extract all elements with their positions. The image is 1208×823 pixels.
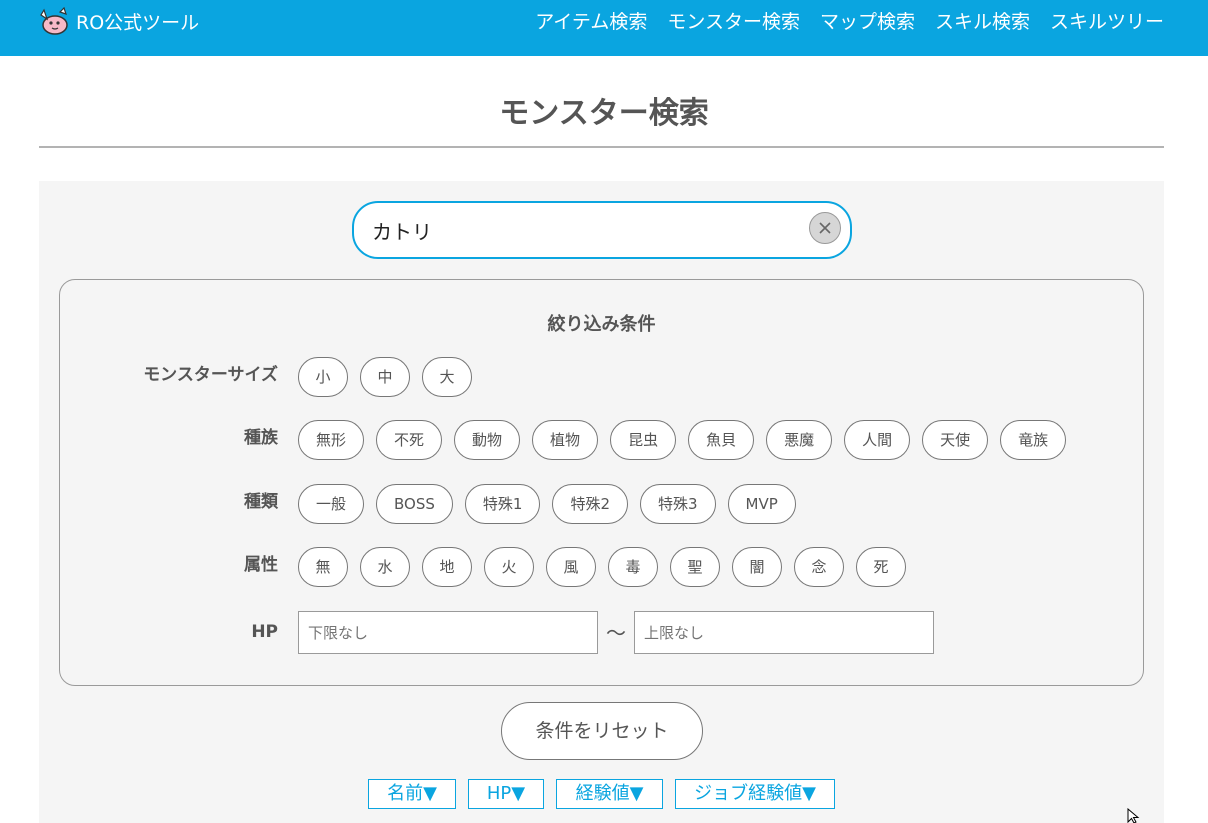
top-navbar: RO公式ツール アイテム検索 モンスター検索 マップ検索 スキル検索 スキルツリ… bbox=[0, 0, 1208, 56]
filter-box: 絞り込み条件 モンスターサイズ 小 中 大 種族 無形 不死 動物 植物 昆虫 … bbox=[59, 279, 1144, 686]
sort-by-name-button[interactable]: 名前▼ bbox=[368, 779, 456, 809]
size-option-medium[interactable]: 中 bbox=[360, 357, 410, 397]
sort-by-exp-button[interactable]: 経験値▼ bbox=[556, 779, 663, 809]
type-option[interactable]: BOSS bbox=[376, 484, 453, 524]
size-option-large[interactable]: 大 bbox=[422, 357, 472, 397]
brand-link[interactable]: RO公式ツール bbox=[38, 6, 199, 36]
element-option[interactable]: 地 bbox=[422, 547, 472, 587]
hp-max-input[interactable] bbox=[634, 611, 934, 654]
race-option[interactable]: 昆虫 bbox=[610, 420, 677, 460]
element-option[interactable]: 闇 bbox=[732, 547, 782, 587]
size-option-small[interactable]: 小 bbox=[298, 357, 348, 397]
search-input[interactable] bbox=[372, 211, 802, 249]
element-option[interactable]: 死 bbox=[856, 547, 906, 587]
mouse-cursor-icon bbox=[1127, 808, 1140, 823]
sort-by-hp-button[interactable]: HP▼ bbox=[468, 779, 544, 809]
size-filter-label: モンスターサイズ bbox=[143, 365, 278, 385]
race-option[interactable]: 無形 bbox=[298, 420, 365, 460]
race-option[interactable]: 天使 bbox=[922, 420, 989, 460]
size-filter-row: モンスターサイズ 小 中 大 bbox=[60, 357, 1143, 407]
element-option[interactable]: 聖 bbox=[670, 547, 720, 587]
element-filter-row: 属性 無 水 地 火 風 毒 聖 闇 念 死 bbox=[60, 547, 1143, 597]
sort-by-job-exp-button[interactable]: ジョブ経験値▼ bbox=[675, 779, 835, 809]
page-title: モンスター検索 bbox=[499, 96, 709, 131]
element-option[interactable]: 無 bbox=[298, 547, 348, 587]
type-option[interactable]: 特殊1 bbox=[464, 484, 541, 524]
filter-title: 絞り込み条件 bbox=[547, 314, 656, 335]
hp-range-separator: ～ bbox=[606, 621, 626, 645]
main-nav: アイテム検索 モンスター検索 マップ検索 スキル検索 スキルツリー bbox=[515, 6, 1164, 34]
poring-logo-icon bbox=[40, 6, 68, 35]
race-option[interactable]: 動物 bbox=[454, 420, 521, 460]
element-option[interactable]: 毒 bbox=[608, 547, 658, 587]
close-icon bbox=[819, 222, 831, 234]
type-filter-row: 種類 一般 BOSS 特殊1 特殊2 特殊3 MVP bbox=[60, 484, 1143, 534]
element-option[interactable]: 火 bbox=[484, 547, 534, 587]
hp-min-input[interactable] bbox=[298, 611, 598, 654]
race-option[interactable]: 竜族 bbox=[1000, 420, 1067, 460]
race-filter-row: 種族 無形 不死 動物 植物 昆虫 魚貝 悪魔 人間 天使 竜族 bbox=[60, 420, 1143, 470]
type-option[interactable]: 特殊3 bbox=[640, 484, 716, 524]
nav-item-skill-search[interactable]: スキル検索 bbox=[935, 7, 1030, 34]
hp-filter-row: HP bbox=[60, 611, 1143, 661]
type-option[interactable]: 一般 bbox=[298, 484, 365, 524]
race-option[interactable]: 人間 bbox=[844, 420, 911, 460]
type-option[interactable]: 特殊2 bbox=[552, 484, 628, 524]
type-option[interactable]: MVP bbox=[727, 484, 796, 524]
clear-search-button[interactable] bbox=[809, 212, 841, 244]
hp-filter-label: HP bbox=[251, 622, 278, 642]
race-option[interactable]: 魚貝 bbox=[688, 420, 755, 460]
element-option[interactable]: 念 bbox=[794, 547, 844, 587]
sort-controls: 名前▼ HP▼ 経験値▼ ジョブ経験値▼ bbox=[368, 779, 847, 809]
type-filter-label: 種類 bbox=[244, 492, 278, 512]
race-option[interactable]: 悪魔 bbox=[766, 420, 833, 460]
element-filter-label: 属性 bbox=[244, 555, 278, 575]
element-option[interactable]: 水 bbox=[360, 547, 410, 587]
nav-item-skill-tree[interactable]: スキルツリー bbox=[1050, 7, 1164, 34]
reset-conditions-button[interactable]: 条件をリセット bbox=[501, 702, 703, 760]
search-box bbox=[352, 201, 852, 259]
nav-item-monster-search[interactable]: モンスター検索 bbox=[667, 7, 800, 34]
nav-item-item-search[interactable]: アイテム検索 bbox=[535, 7, 647, 34]
nav-item-map-search[interactable]: マップ検索 bbox=[820, 7, 915, 34]
race-filter-label: 種族 bbox=[244, 428, 278, 448]
race-option[interactable]: 植物 bbox=[532, 420, 599, 460]
brand-name: RO公式ツール bbox=[76, 11, 200, 34]
element-option[interactable]: 風 bbox=[546, 547, 596, 587]
title-divider bbox=[39, 146, 1164, 148]
race-option[interactable]: 不死 bbox=[376, 420, 443, 460]
